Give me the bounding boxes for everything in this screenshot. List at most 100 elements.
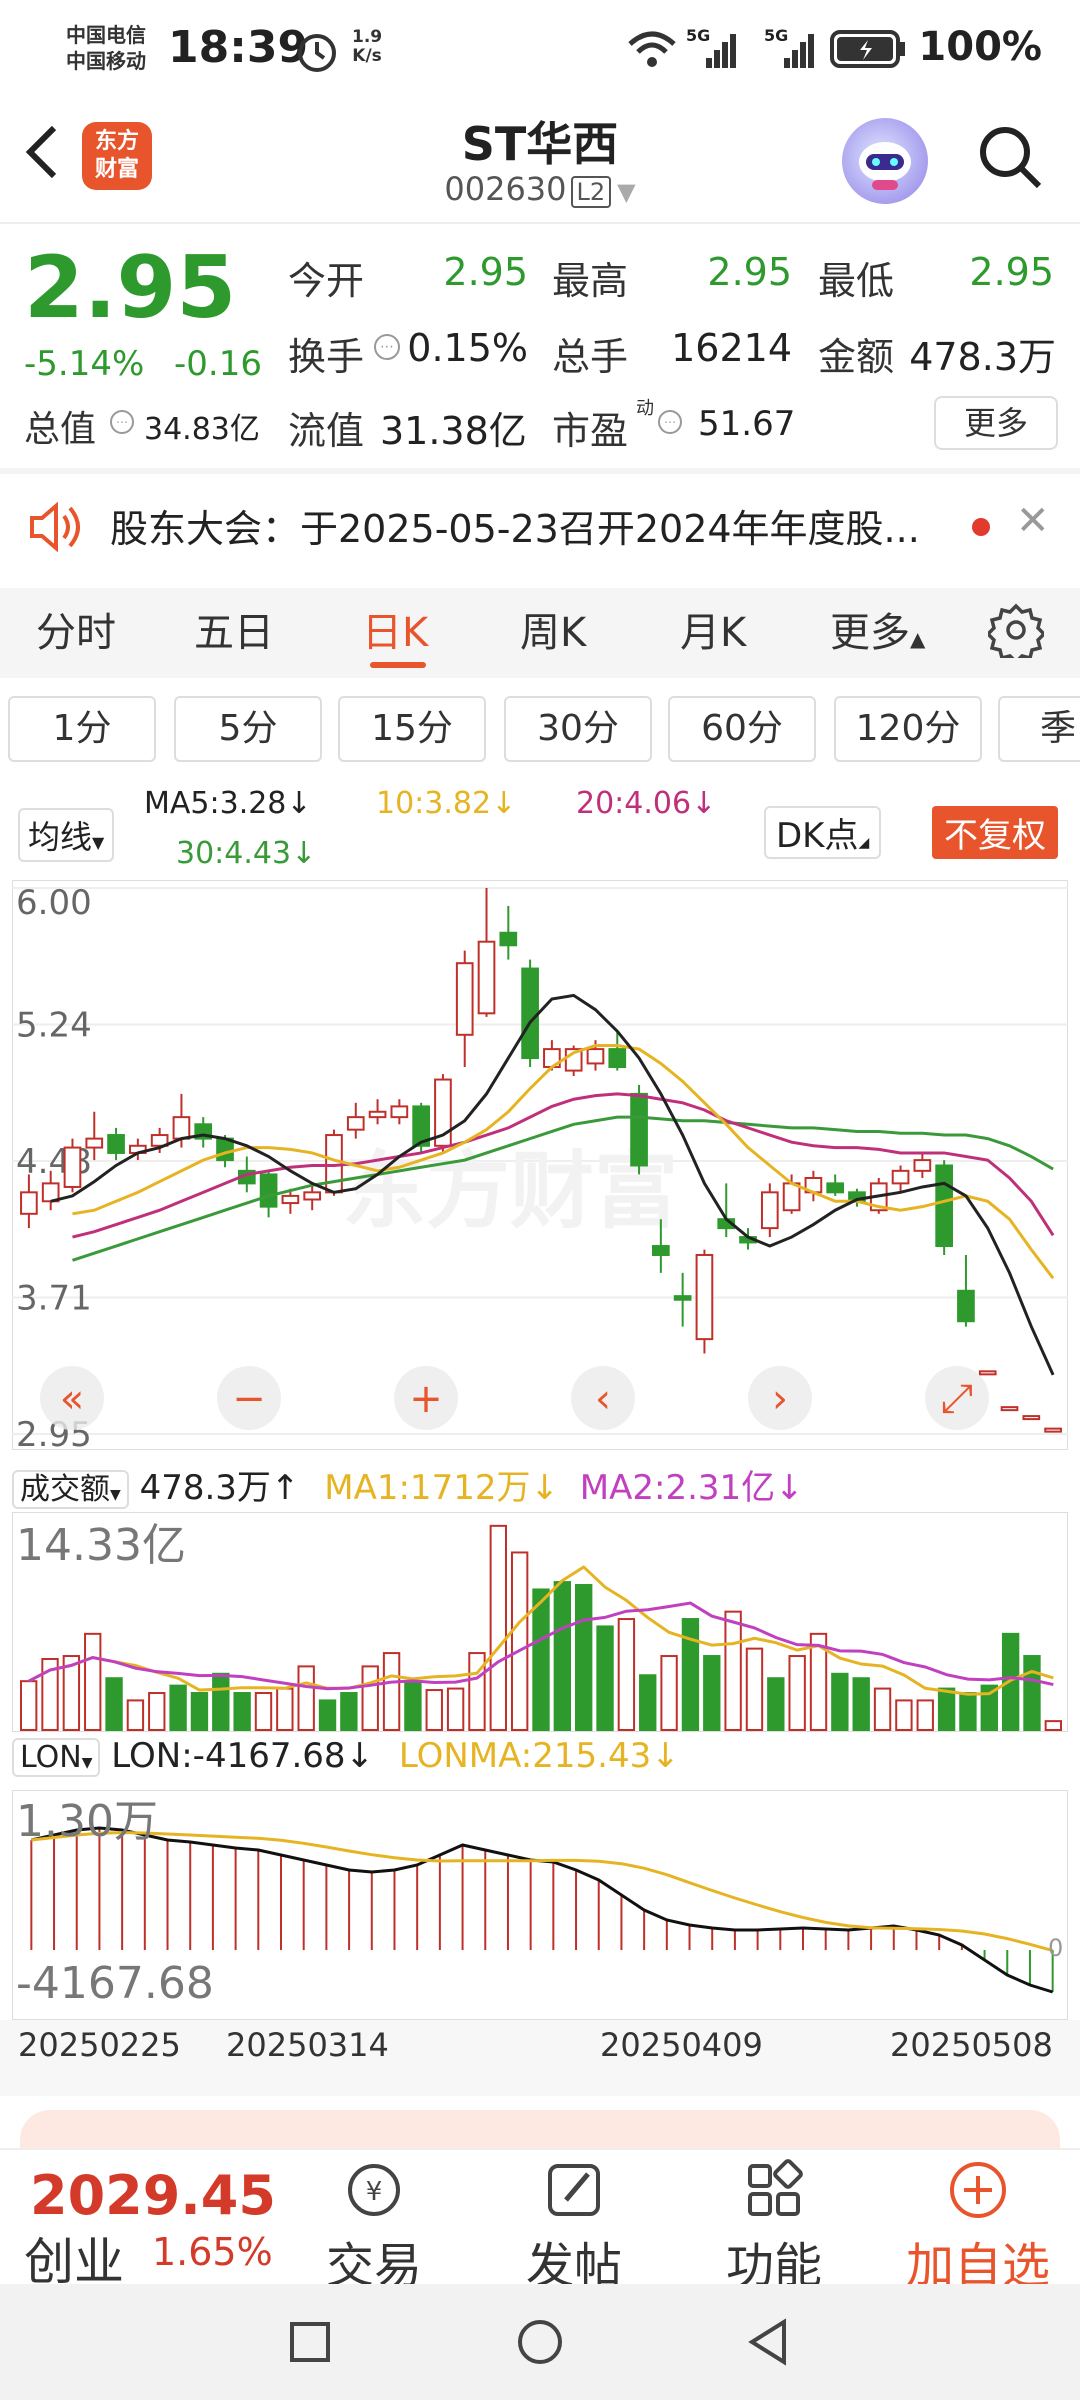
candle-body [107, 1134, 125, 1154]
volume-selector[interactable]: 成交额▼ [12, 1470, 129, 1509]
volume-bar [596, 1625, 614, 1731]
volume-bar [297, 1665, 315, 1732]
candle-body [499, 931, 518, 947]
tab-weekly-k[interactable]: 周K [520, 600, 586, 658]
index-value[interactable]: 2029.45 [30, 2164, 276, 2227]
lon-zero-label: 0 [1048, 1934, 1063, 1962]
close-icon[interactable]: ✕ [1016, 498, 1050, 544]
info-icon[interactable]: ⋯ [374, 334, 400, 360]
ma-selector[interactable]: 均线▼ [18, 808, 115, 862]
net-speed-unit: K/s [352, 46, 382, 66]
edit-icon [548, 2164, 600, 2216]
add-watchlist-button[interactable]: 加自选 [888, 2150, 1068, 2296]
interval-60min[interactable]: 60分 [668, 696, 816, 762]
candle-body [63, 1146, 82, 1188]
amount-label: 金额 [818, 335, 895, 379]
clock: 18:39 [168, 22, 309, 73]
rewind-icon[interactable]: « [40, 1366, 104, 1430]
down-arrow-icon: ↓ [691, 786, 717, 821]
back-nav-icon[interactable] [744, 2316, 792, 2368]
tab-monthly-k[interactable]: 月K [680, 600, 746, 658]
battery-level: 100% [918, 24, 1042, 70]
volume-bar [212, 1672, 230, 1731]
info-icon[interactable]: ⋯ [110, 410, 134, 434]
high-value: 2.95 [707, 250, 792, 294]
kline-chart[interactable]: 6.005.244.483.712.95东方财富« − + ‹ › ⤢ [12, 880, 1068, 1450]
signal-icon-2 [784, 34, 814, 68]
lon-top-label: 1.30万 [16, 1796, 158, 1847]
plus-circle-icon [950, 2162, 1006, 2218]
volume-max-label: 14.33亿 [16, 1520, 186, 1571]
tab-more-label: 更多 [830, 610, 910, 656]
low-value: 2.95 [969, 250, 1054, 294]
float-label: 流值 [288, 409, 365, 453]
volume-bar [873, 1687, 892, 1732]
pe-value: 51.67 [698, 404, 796, 444]
info-icon[interactable]: ⋯ [658, 410, 682, 434]
control-glyph: ‹ [595, 1376, 611, 1422]
interval-5min[interactable]: 5分 [174, 696, 322, 762]
candle [935, 1160, 953, 1255]
grid-icon [748, 2159, 803, 2216]
functions-button[interactable]: 功能 [684, 2150, 864, 2296]
adjust-mode-button[interactable]: 不复权 [932, 806, 1058, 859]
home-icon[interactable] [514, 2316, 566, 2368]
change-amount: -0.16 [174, 344, 262, 384]
tab-intraday[interactable]: 分时 [36, 600, 116, 658]
volume-bar [233, 1692, 251, 1731]
lon-chart[interactable]: 1.30万 -4167.68 0 [12, 1790, 1068, 2020]
interval-quarter[interactable]: 季 [998, 696, 1080, 762]
gear-icon[interactable] [988, 602, 1044, 658]
tab-daily-k[interactable]: 日K [362, 600, 428, 658]
scroll-right-icon[interactable]: › [748, 1366, 812, 1430]
float-value: 31.38亿 [380, 409, 527, 453]
candle-body [521, 967, 539, 1060]
up-arrow-icon: ↑ [270, 1468, 300, 1508]
volume-bar [126, 1699, 145, 1732]
assistant-avatar[interactable] [842, 118, 928, 204]
ma5-legend: MA5:3.28↓ [144, 786, 312, 821]
more-quote-button[interactable]: 更多 [934, 396, 1058, 450]
lonma-value-text: LONMA:215.43 [398, 1736, 652, 1776]
control-glyph: + [409, 1376, 443, 1422]
lon-selector[interactable]: LON▼ [12, 1738, 101, 1777]
turnover-label: 换手 [288, 335, 365, 379]
candle-body [346, 1116, 365, 1131]
notice-text[interactable]: 股东大会：于2025-05-23召开2024年年度股... [110, 498, 930, 553]
candle-body [826, 1182, 845, 1194]
zoom-out-icon[interactable]: − [217, 1366, 281, 1430]
index-percent[interactable]: 1.65% [152, 2230, 273, 2274]
recent-apps-icon[interactable] [286, 2318, 334, 2366]
volume-bar [489, 1524, 507, 1731]
volume-bar [318, 1699, 337, 1732]
volume-chart[interactable]: 14.33亿 [12, 1512, 1068, 1732]
volume-bar [724, 1610, 742, 1731]
svg-text:¥: ¥ [366, 2177, 383, 2207]
trade-button[interactable]: ¥ 交易 [284, 2150, 464, 2296]
candle [978, 1370, 997, 1376]
lon-selector-label: LON [20, 1740, 82, 1775]
tab-five-day[interactable]: 五日 [194, 600, 274, 658]
interval-15min[interactable]: 15分 [338, 696, 486, 762]
interval-1min[interactable]: 1分 [8, 696, 156, 762]
zoom-in-icon[interactable]: + [394, 1366, 458, 1430]
post-button[interactable]: 发帖 [484, 2150, 664, 2296]
net-speed: 1.9 K/s [352, 28, 382, 66]
volume-bar [1023, 1655, 1041, 1731]
search-icon[interactable] [975, 122, 1045, 192]
interval-120min[interactable]: 120分 [834, 696, 982, 762]
robot-icon [859, 142, 911, 190]
vol-ma1-text: MA1:1712万 [324, 1468, 531, 1508]
dk-point-selector[interactable]: DK点◢ [764, 806, 882, 859]
candle-body [455, 962, 474, 1036]
scroll-left-icon[interactable]: ‹ [571, 1366, 635, 1430]
fullscreen-icon[interactable]: ⤢ [925, 1366, 989, 1430]
candle-body [695, 1253, 714, 1341]
volume-bar [916, 1699, 934, 1732]
candle-body [978, 1370, 997, 1376]
candle-body [1000, 1406, 1019, 1412]
data-saver-icon [298, 34, 336, 72]
tab-more[interactable]: 更多▲ [830, 600, 925, 658]
candle-body [652, 1245, 670, 1256]
interval-30min[interactable]: 30分 [504, 696, 652, 762]
